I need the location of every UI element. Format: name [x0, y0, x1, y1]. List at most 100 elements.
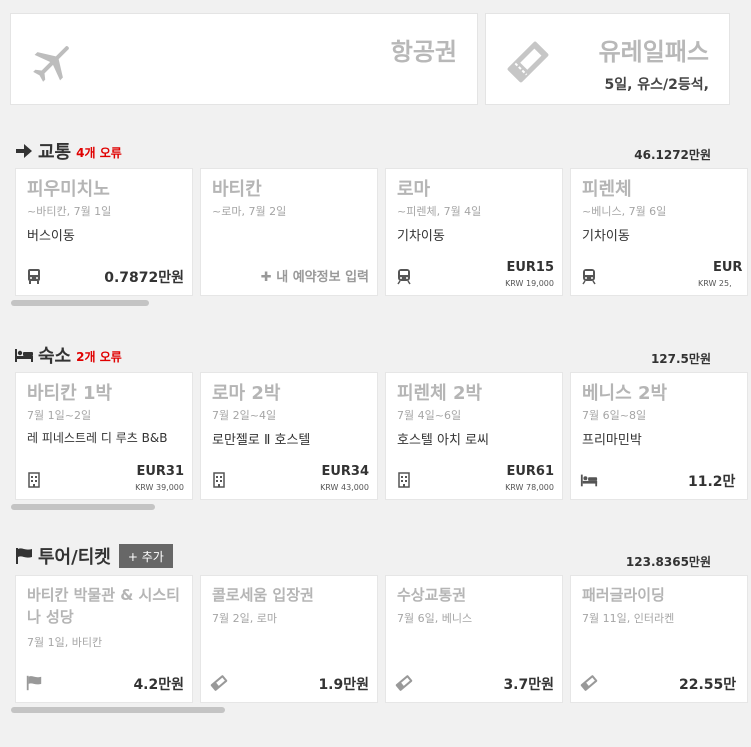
- ticket-icon: [210, 675, 228, 691]
- lodging-card[interactable]: 베니스 2박 7월 6일~8일 프리마민박 11.2만: [570, 372, 748, 500]
- card-title: 피렌체 2박: [397, 383, 483, 404]
- transport-card[interactable]: 피렌체 ~베니스, 7월 6일 기차이동 EUR KRW 25,: [570, 168, 748, 296]
- transport-section: 교통 4개 오류 46.1272만원 피우미치노 ~바티칸, 7월 1일 버스이…: [0, 138, 751, 308]
- lodging-total: 127.5만원: [650, 352, 711, 366]
- eurail-pass-card[interactable]: 유레일패스 5일, 유스/2등석,: [485, 13, 730, 105]
- card-price-eur: EUR61: [506, 464, 554, 479]
- card-subtitle: 7월 2일~4일: [212, 409, 277, 422]
- card-subtitle: 7월 6일, 베니스: [397, 612, 473, 625]
- tours-section: 투어/티켓 + 추가 123.8365만원 바티칸 박물관 & 시스티나 성당 …: [0, 543, 751, 723]
- tours-header: 투어/티켓 + 추가: [14, 543, 173, 569]
- card-price: 4.2만원: [133, 677, 184, 693]
- card-price-krw: KRW 19,000: [505, 279, 554, 288]
- card-subtitle: 7월 11일, 인터라켄: [582, 612, 675, 625]
- ticket-icon: [395, 675, 413, 691]
- card-price-krw: KRW 78,000: [505, 483, 554, 492]
- card-price-krw: KRW 43,000: [320, 483, 369, 492]
- lodging-error-count[interactable]: 2개 오류: [76, 348, 122, 365]
- card-title: 패러글라이딩: [582, 586, 665, 604]
- lodging-card-list: 바티칸 1박 7월 1일~2일 레 피네스트레 디 루츠 B&B EUR31 K…: [15, 372, 751, 500]
- add-tour-button[interactable]: + 추가: [118, 544, 173, 568]
- tours-scrollbar[interactable]: [11, 707, 225, 713]
- card-title: 콜로세움 입장권: [212, 586, 314, 604]
- card-subtitle: 7월 6일~8일: [582, 409, 647, 422]
- card-subtitle: 7월 1일, 바티칸: [27, 636, 103, 649]
- card-price-eur: EUR15: [506, 260, 554, 275]
- tours-total: 123.8365만원: [625, 555, 711, 569]
- transport-title: 교통: [38, 142, 72, 163]
- transport-card[interactable]: 피우미치노 ~바티칸, 7월 1일 버스이동 0.7872만원: [15, 168, 193, 296]
- card-price: 22.55만: [679, 677, 737, 693]
- card-subtitle: ~로마, 7월 2일: [212, 205, 287, 218]
- ticket-icon: [580, 675, 598, 691]
- arrow-right-icon: [16, 144, 32, 158]
- card-subtitle: ~피렌체, 7월 4일: [397, 205, 482, 218]
- card-price: 11.2만: [688, 474, 736, 490]
- tour-card[interactable]: 바티칸 박물관 & 시스티나 성당 7월 1일, 바티칸 4.2만원: [15, 575, 193, 703]
- transport-header: 교통 4개 오류: [14, 138, 122, 164]
- card-price-eur: EUR: [713, 260, 743, 275]
- card-subtitle: 7월 1일~2일: [27, 409, 92, 422]
- flight-title: 항공권: [390, 38, 457, 66]
- hotel-icon: [213, 472, 225, 488]
- card-title: 피우미치노: [27, 179, 110, 200]
- eurail-title: 유레일패스: [598, 38, 709, 66]
- transport-card[interactable]: 로마 ~피렌체, 7월 4일 기차이동 EUR15 KRW 19,000: [385, 168, 563, 296]
- card-title: 수상교통권: [397, 586, 467, 604]
- card-subtitle: 7월 2일, 로마: [212, 612, 277, 625]
- card-price-krw: KRW 25,: [698, 279, 732, 288]
- card-subtitle: ~바티칸, 7월 1일: [27, 205, 112, 218]
- transport-scrollbar[interactable]: [11, 300, 149, 306]
- flight-card[interactable]: 항공권: [10, 13, 478, 105]
- flag-icon: [16, 548, 32, 564]
- tour-card[interactable]: 콜로세움 입장권 7월 2일, 로마 1.9만원: [200, 575, 378, 703]
- card-price-eur: EUR34: [321, 464, 369, 479]
- card-description: 호스텔 아치 로씨: [397, 433, 489, 448]
- transport-card[interactable]: 바티칸 ~로마, 7월 2일 ✚ 내 예약정보 입력: [200, 168, 378, 296]
- card-title: 바티칸: [212, 179, 262, 200]
- hotel-icon: [398, 472, 410, 488]
- card-description: 기차이동: [582, 229, 630, 244]
- lodging-header: 숙소 2개 오류: [14, 342, 122, 368]
- lodging-scrollbar[interactable]: [11, 504, 155, 510]
- card-price-eur: EUR31: [136, 464, 184, 479]
- card-description: 레 피네스트레 디 루츠 B&B: [27, 431, 168, 445]
- transport-card-list: 피우미치노 ~바티칸, 7월 1일 버스이동 0.7872만원 바티칸 ~로마,…: [15, 168, 751, 296]
- bus-icon: [28, 269, 40, 284]
- card-title: 로마 2박: [212, 383, 281, 404]
- card-title: 로마: [397, 179, 431, 200]
- card-subtitle: ~베니스, 7월 6일: [582, 205, 667, 218]
- hotel-icon: [28, 472, 40, 488]
- transport-error-count[interactable]: 4개 오류: [76, 144, 122, 161]
- tour-card[interactable]: 수상교통권 7월 6일, 베니스 3.7만원: [385, 575, 563, 703]
- card-description: 프리마민박: [582, 433, 642, 448]
- lodging-card[interactable]: 로마 2박 7월 2일~4일 로만젤로 Ⅱ 호스텔 EUR34 KRW 43,0…: [200, 372, 378, 500]
- ticket-icon: [507, 41, 549, 83]
- card-price: 1.9만원: [318, 677, 369, 693]
- card-title: 바티칸 박물관 & 시스티나 성당: [27, 586, 180, 626]
- add-reservation-link[interactable]: ✚ 내 예약정보 입력: [261, 266, 369, 285]
- lodging-card[interactable]: 피렌체 2박 7월 4일~6일 호스텔 아치 로씨 EUR61 KRW 78,0…: [385, 372, 563, 500]
- airplane-icon: [33, 46, 69, 82]
- train-icon: [582, 269, 596, 285]
- tours-title: 투어/티켓: [38, 547, 111, 568]
- bed-icon: [15, 349, 33, 362]
- lodging-card[interactable]: 바티칸 1박 7월 1일~2일 레 피네스트레 디 루츠 B&B EUR31 K…: [15, 372, 193, 500]
- card-title: 피렌체: [582, 179, 632, 200]
- eurail-subtitle: 5일, 유스/2등석,: [604, 77, 709, 93]
- flag-icon: [26, 675, 42, 691]
- card-price: 0.7872만원: [104, 270, 184, 286]
- card-description: 기차이동: [397, 229, 445, 244]
- card-subtitle: 7월 4일~6일: [397, 409, 462, 422]
- bed-icon: [580, 474, 598, 487]
- card-title: 바티칸 1박: [27, 383, 113, 404]
- transport-total: 46.1272만원: [634, 148, 711, 162]
- tours-card-list: 바티칸 박물관 & 시스티나 성당 7월 1일, 바티칸 4.2만원 콜로세움 …: [15, 575, 751, 703]
- card-description: 버스이동: [27, 229, 75, 244]
- train-icon: [397, 269, 411, 285]
- card-title: 베니스 2박: [582, 383, 668, 404]
- card-description: 로만젤로 Ⅱ 호스텔: [212, 433, 311, 448]
- tour-card[interactable]: 패러글라이딩 7월 11일, 인터라켄 22.55만: [570, 575, 748, 703]
- lodging-title: 숙소: [38, 346, 72, 367]
- lodging-section: 숙소 2개 오류 127.5만원 바티칸 1박 7월 1일~2일 레 피네스트레…: [0, 342, 751, 512]
